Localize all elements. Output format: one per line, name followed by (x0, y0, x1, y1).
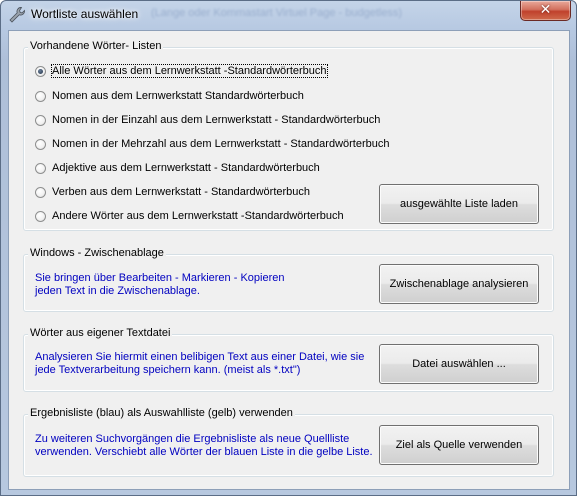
select-file-button[interactable]: Datei auswählen ... (379, 344, 539, 384)
radio-button[interactable] (35, 163, 46, 174)
radio-label[interactable]: Alle Wörter aus dem Lernwerkstatt -Stand… (51, 64, 328, 78)
radio-button[interactable] (35, 91, 46, 102)
use-target-as-source-button[interactable]: Ziel als Quelle verwenden (379, 425, 539, 465)
clipboard-group: Windows - Zwischenablage Sie bringen übe… (23, 247, 554, 312)
radio-button[interactable] (35, 115, 46, 126)
dialog-window: Wortliste auswählen (Lange oder Kommasta… (0, 0, 577, 496)
analyze-clipboard-button[interactable]: Zwischenablage analysieren (379, 264, 539, 304)
radio-button[interactable] (35, 66, 46, 77)
result-legend: Ergebnisliste (blau) als Auswahlliste (g… (28, 407, 295, 419)
close-icon: ✕ (539, 2, 552, 18)
radio-label[interactable]: Adjektive aus dem Lernwerkstatt - Standa… (52, 162, 320, 174)
result-group: Ergebnisliste (blau) als Auswahlliste (g… (23, 407, 554, 477)
radio-button[interactable] (35, 187, 46, 198)
clipboard-description: Sie bringen über Bearbeiten - Markieren … (35, 272, 285, 297)
dialog-client-area: Vorhandene Wörter- Listen Alle Wörter au… (8, 30, 570, 490)
radio-label[interactable]: Nomen in der Mehrzahl aus dem Lernwerkst… (52, 138, 390, 150)
textfile-legend: Wörter aus eigener Textdatei (28, 327, 173, 339)
background-window-title: (Lange oder Kommastart Virtuel Page - bu… (151, 7, 403, 19)
result-description: Zu weiteren Suchvorgängen die Ergebnisli… (35, 433, 373, 458)
radio-button[interactable] (35, 139, 46, 150)
clipboard-legend: Windows - Zwischenablage (28, 247, 166, 259)
radio-label[interactable]: Nomen in der Einzahl aus dem Lernwerksta… (52, 114, 380, 126)
word-lists-group: Vorhandene Wörter- Listen Alle Wörter au… (23, 40, 554, 231)
title-bar[interactable]: Wortliste auswählen (Lange oder Kommasta… (1, 1, 576, 29)
wrench-icon (8, 6, 26, 24)
word-lists-legend: Vorhandene Wörter- Listen (28, 40, 164, 52)
radio-label[interactable]: Andere Wörter aus dem Lernwerkstatt -Sta… (52, 210, 344, 222)
radio-button[interactable] (35, 211, 46, 222)
radio-label[interactable]: Nomen aus dem Lernwerkstatt Standardwört… (52, 90, 304, 102)
load-list-button[interactable]: ausgewählte Liste laden (379, 184, 539, 224)
window-title: Wortliste auswählen (31, 7, 139, 21)
close-button[interactable]: ✕ (520, 1, 571, 21)
textfile-group: Wörter aus eigener Textdatei Analysieren… (23, 327, 554, 392)
textfile-description: Analysieren Sie hiermit einen belibigen … (35, 351, 365, 376)
radio-label[interactable]: Verben aus dem Lernwerkstatt - Standardw… (52, 186, 310, 198)
